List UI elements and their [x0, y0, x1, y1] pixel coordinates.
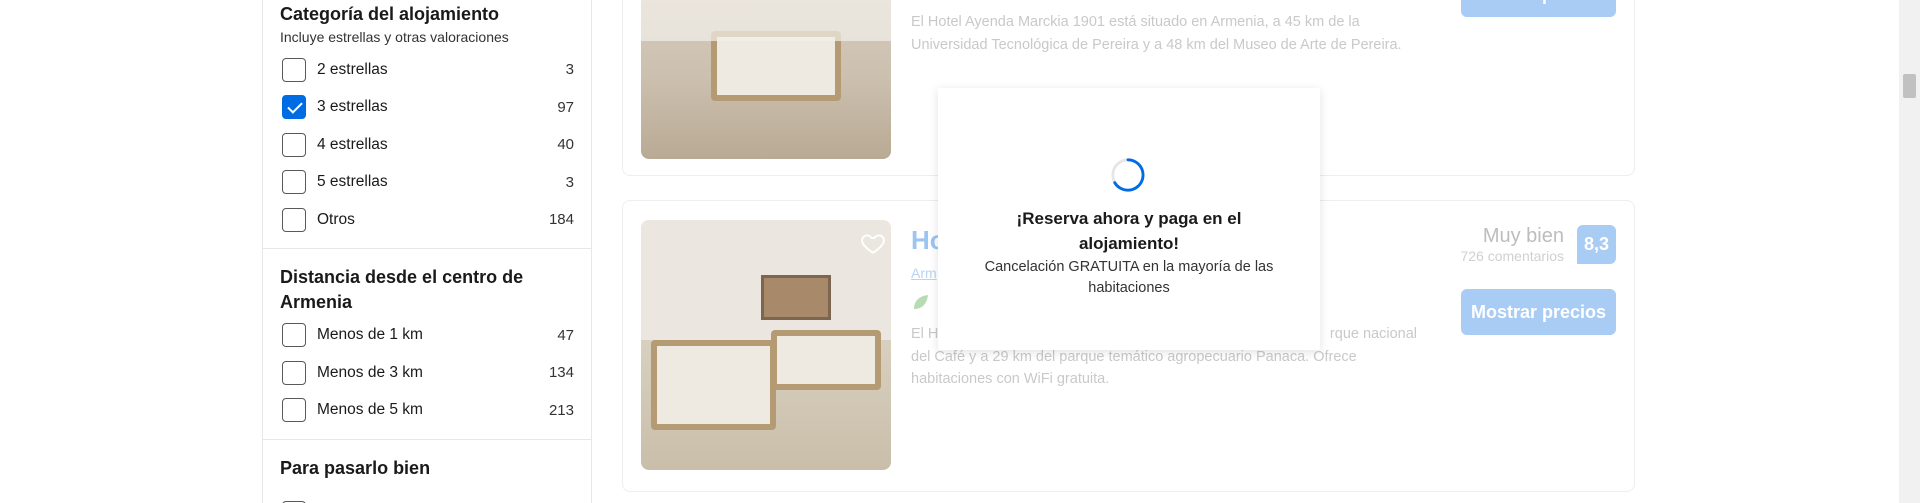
review-count: 726 comentarios — [1460, 248, 1564, 264]
bed-shape — [771, 330, 881, 390]
hotel-photo[interactable] — [641, 220, 891, 470]
scrollbar-thumb[interactable] — [1903, 74, 1916, 98]
checkbox[interactable] — [282, 57, 306, 82]
loading-spinner-icon — [1111, 158, 1145, 192]
modal-subtitle: Cancelación GRATUITA en la mayoría de la… — [984, 259, 1274, 296]
bed-shape — [651, 340, 776, 430]
leaf-icon — [914, 295, 928, 309]
filter-option-label: 3 estrellas — [317, 98, 388, 116]
filter-option-4-stars[interactable]: 4 estrellas 40 — [280, 126, 574, 164]
filter-option-count: 40 — [557, 136, 574, 154]
filter-option-count: 3 — [565, 173, 574, 191]
page: Categoría del alojamiento Incluye estrel… — [0, 0, 1920, 503]
checkbox-checked[interactable] — [282, 95, 306, 120]
filter-option-label: 5 estrellas — [317, 173, 388, 191]
filter-fun-title: Para pasarlo bien — [280, 458, 431, 478]
checkbox[interactable] — [282, 323, 306, 348]
filter-category-subtitle: Incluye estrellas y otras valoraciones — [280, 29, 509, 45]
show-prices-button[interactable]: Mostrar precios — [1461, 289, 1616, 335]
filter-group-category: Categoría del alojamiento Incluye estrel… — [263, 0, 591, 239]
show-prices-button[interactable]: Mostrar precios — [1461, 0, 1616, 17]
filter-option-label: Menos de 1 km — [317, 326, 423, 344]
filter-option-count: 3 — [565, 61, 574, 79]
filter-option-partial[interactable] — [280, 481, 574, 503]
hotel-location-link[interactable]: Arm — [911, 265, 937, 281]
filter-option-count: 97 — [557, 98, 574, 116]
filter-group-fun: Para pasarlo bien — [263, 440, 591, 503]
bed-shape — [711, 31, 841, 101]
filter-option-less-3km[interactable]: Menos de 3 km 134 — [280, 354, 574, 392]
review-score-badge: 8,3 — [1577, 225, 1616, 264]
modal-title: ¡Reserva ahora y paga en el alojamiento! — [1016, 209, 1242, 253]
filter-option-3-stars[interactable]: 3 estrellas 97 — [280, 89, 574, 127]
description-line: habitaciones con WiFi gratuita. — [911, 371, 1110, 387]
filter-option-label: Menos de 3 km — [317, 363, 423, 381]
filter-option-less-5km[interactable]: Menos de 5 km 213 — [280, 392, 574, 430]
page-scrollbar[interactable] — [1899, 0, 1920, 503]
filter-option-count: 213 — [548, 401, 574, 419]
filter-option-count: 184 — [548, 211, 574, 229]
filter-option-label: Otros — [317, 210, 355, 228]
loading-modal: ¡Reserva ahora y paga en el alojamiento!… — [938, 88, 1320, 350]
heart-icon[interactable] — [860, 230, 886, 256]
description-right: rque nacional — [1329, 326, 1417, 342]
filter-option-less-1km[interactable]: Menos de 1 km 47 — [280, 317, 574, 355]
checkbox[interactable] — [282, 132, 306, 157]
filter-option-label: 4 estrellas — [317, 135, 388, 153]
filter-option-label: Menos de 5 km — [317, 401, 423, 419]
filter-category-title: Categoría del alojamiento — [280, 4, 500, 24]
filter-group-distance: Distancia desde el centro de Armenia Men… — [263, 249, 591, 430]
rating-word: Muy bien — [1482, 225, 1564, 247]
filter-distance-title: Distancia desde el centro de Armenia — [280, 266, 524, 312]
filters-sidebar: Categoría del alojamiento Incluye estrel… — [262, 0, 592, 503]
hotel-photo[interactable] — [641, 0, 891, 159]
filter-option-count: 134 — [548, 364, 574, 382]
filter-option-label: 2 estrellas — [317, 60, 388, 78]
filter-option-other[interactable]: Otros 184 — [280, 201, 574, 239]
checkbox[interactable] — [282, 207, 306, 232]
checkbox[interactable] — [282, 170, 306, 195]
filter-option-5-stars[interactable]: 5 estrellas 3 — [280, 164, 574, 202]
checkbox[interactable] — [282, 360, 306, 385]
checkbox[interactable] — [282, 398, 306, 423]
filter-option-count: 47 — [557, 326, 574, 344]
filter-option-2-stars[interactable]: 2 estrellas 3 — [280, 51, 574, 89]
wall-shape — [641, 0, 891, 41]
hotel-description: El Hotel Ayenda Marckia 1901 está situad… — [911, 14, 1402, 53]
painting-shape — [761, 275, 831, 320]
